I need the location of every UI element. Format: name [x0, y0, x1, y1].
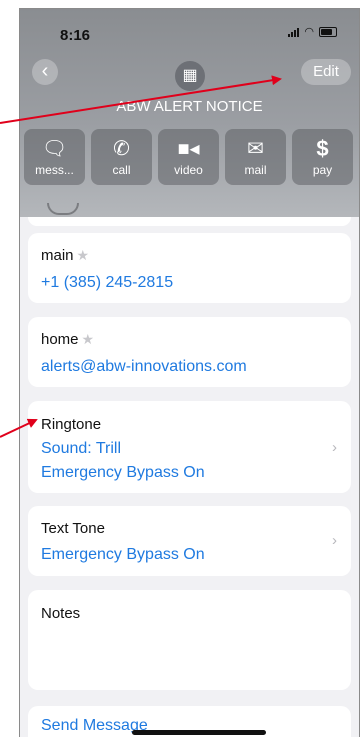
annotation-arrow-edit — [0, 75, 282, 124]
annotation-arrows — [0, 75, 282, 438]
annotation-arrow-ringtone — [0, 418, 38, 438]
